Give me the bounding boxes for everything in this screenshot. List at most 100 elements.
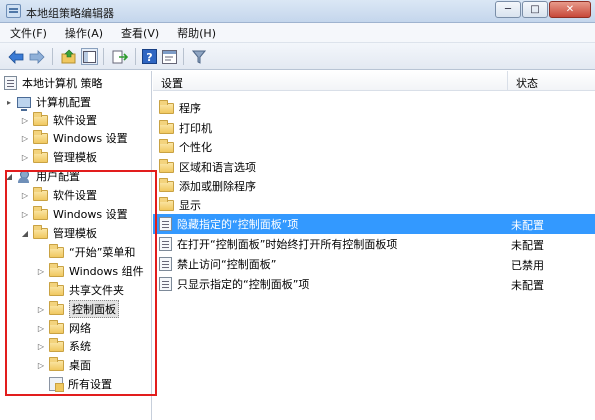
help-icon[interactable]: ? xyxy=(141,48,158,65)
menu-bar: 文件(F) 操作(A) 查看(V) 帮助(H) xyxy=(0,23,595,43)
expander-icon[interactable]: ▷ xyxy=(36,361,46,370)
window-controls: ─ □ ✕ xyxy=(495,1,591,18)
list-item-printers[interactable]: 打印机 xyxy=(153,118,595,138)
list-item-label: 个性化 xyxy=(179,141,212,154)
expander-icon[interactable]: ▸ xyxy=(4,98,14,107)
menu-file[interactable]: 文件(F) xyxy=(10,25,47,41)
list-item-prohibit-control-panel[interactable]: 禁止访问“控制面板” 已禁用 xyxy=(153,254,595,274)
filter-icon[interactable] xyxy=(190,48,207,65)
expander-icon[interactable]: ▷ xyxy=(20,153,30,162)
list-item-personalization[interactable]: 个性化 xyxy=(153,137,595,157)
tree-item-all-settings[interactable]: 所有设置 xyxy=(36,375,112,393)
tree-pane[interactable]: 本地计算机 策略 ▸ 计算机配置 ▷ 软件设置 ▷ Windows 设置 ▷ 管… xyxy=(0,71,152,420)
tree-item-label: Windows 设置 xyxy=(53,208,128,221)
up-folder-icon[interactable] xyxy=(60,48,77,65)
tree-item-user-config[interactable]: ◢ 用户配置 xyxy=(4,167,80,185)
folder-icon xyxy=(49,281,64,296)
tree-item-windows-components[interactable]: ▷ Windows 组件 xyxy=(36,262,144,280)
column-header-setting[interactable]: 设置 xyxy=(161,75,183,91)
minimize-button[interactable]: ─ xyxy=(495,1,521,18)
expander-icon[interactable]: ▷ xyxy=(20,134,30,143)
expander-icon[interactable]: ▷ xyxy=(36,342,46,351)
close-button[interactable]: ✕ xyxy=(549,1,591,18)
list-item-label: 只显示指定的“控制面板”项 xyxy=(177,278,310,291)
expander-icon[interactable]: ▷ xyxy=(36,324,46,333)
tree-item-control-panel[interactable]: ▷ 控制面板 xyxy=(36,300,119,318)
folder-icon xyxy=(49,337,64,352)
status-cell: 未配置 xyxy=(511,239,544,252)
tree-item-local-policy[interactable]: 本地计算机 策略 xyxy=(4,74,103,92)
folder-icon xyxy=(159,119,174,134)
settings-list-pane[interactable]: 设置 状态 程序 打印机 个性化 区域和语言选项 添加或删除程序 显示 隐藏指定… xyxy=(153,71,595,420)
menu-view[interactable]: 查看(V) xyxy=(121,25,159,41)
expander-icon[interactable]: ▷ xyxy=(36,267,46,276)
list-item-add-remove-programs[interactable]: 添加或删除程序 xyxy=(153,176,595,196)
status-cell: 已禁用 xyxy=(511,259,544,272)
tree-item-label: 所有设置 xyxy=(68,378,112,391)
expander-icon[interactable]: ▷ xyxy=(20,210,30,219)
export-list-icon[interactable] xyxy=(111,48,128,65)
tree-item-system[interactable]: ▷ 系统 xyxy=(36,337,91,355)
tree-item-computer-config[interactable]: ▸ 计算机配置 xyxy=(4,93,91,111)
menu-help[interactable]: 帮助(H) xyxy=(177,25,216,41)
list-item-label: 打印机 xyxy=(179,122,212,135)
menu-action[interactable]: 操作(A) xyxy=(65,25,103,41)
expander-icon[interactable]: ▷ xyxy=(20,116,30,125)
tree-item-label: 管理模板 xyxy=(53,227,97,240)
toolbar: ? xyxy=(0,43,595,70)
column-divider[interactable] xyxy=(507,71,508,91)
folder-icon xyxy=(33,205,48,220)
tree-item-admin-templates[interactable]: ▷ 管理模板 xyxy=(20,148,97,166)
folder-icon xyxy=(159,138,174,153)
tree-item-software-settings[interactable]: ▷ 软件设置 xyxy=(20,111,97,129)
folder-icon xyxy=(33,186,48,201)
list-header: 设置 状态 xyxy=(153,71,595,91)
expander-icon[interactable]: ◢ xyxy=(20,229,30,238)
tree-item-start-menu[interactable]: “开始”菜单和 xyxy=(36,243,135,261)
policy-icon xyxy=(4,76,17,90)
tree-item-label: Windows 设置 xyxy=(53,132,128,145)
tree-item-desktop[interactable]: ▷ 桌面 xyxy=(36,356,91,374)
properties-icon[interactable] xyxy=(161,48,178,65)
tree-item-label: 用户配置 xyxy=(36,170,80,183)
tree-item-shared-folders[interactable]: 共享文件夹 xyxy=(36,281,124,299)
folder-icon xyxy=(49,300,64,315)
tree-item-windows-settings[interactable]: ▷ Windows 设置 xyxy=(20,129,128,147)
expander-icon[interactable]: ▷ xyxy=(36,305,46,314)
list-item-always-open-all-items[interactable]: 在打开“控制面板”时始终打开所有控制面板项 未配置 xyxy=(153,234,595,254)
list-item-regional-language[interactable]: 区域和语言选项 xyxy=(153,157,595,177)
list-item-show-only-specified[interactable]: 只显示指定的“控制面板”项 未配置 xyxy=(153,274,595,294)
list-item-label: 隐藏指定的“控制面板”项 xyxy=(177,218,299,231)
tree-item-label: 软件设置 xyxy=(53,189,97,202)
show-hide-tree-icon[interactable] xyxy=(81,48,98,65)
folder-icon xyxy=(49,243,64,258)
folder-icon xyxy=(159,177,174,192)
tree-item-label: 系统 xyxy=(69,340,91,353)
list-item-label: 区域和语言选项 xyxy=(179,161,256,174)
folder-icon xyxy=(33,129,48,144)
back-arrow-icon[interactable] xyxy=(7,48,24,65)
tree-item-user-windows-settings[interactable]: ▷ Windows 设置 xyxy=(20,205,128,223)
list-item-label: 程序 xyxy=(179,102,201,115)
title-bar: 本地组策略编辑器 ─ □ ✕ xyxy=(0,0,595,23)
tree-item-user-admin-templates[interactable]: ◢ 管理模板 xyxy=(20,224,97,242)
column-header-status[interactable]: 状态 xyxy=(516,75,538,91)
tree-item-label: 控制面板 xyxy=(69,300,119,318)
toolbar-separator xyxy=(52,48,53,65)
tree-item-label: 桌面 xyxy=(69,359,91,372)
forward-arrow-icon[interactable] xyxy=(28,48,45,65)
expander-icon[interactable]: ▷ xyxy=(20,191,30,200)
expander-icon[interactable]: ◢ xyxy=(4,172,14,181)
list-item-hide-control-panel-items[interactable]: 隐藏指定的“控制面板”项 未配置 xyxy=(153,214,595,234)
list-item-label: 显示 xyxy=(179,199,201,212)
tree-item-label: 本地计算机 策略 xyxy=(22,77,103,90)
tree-item-label: “开始”菜单和 xyxy=(69,246,136,259)
maximize-button[interactable]: □ xyxy=(522,1,548,18)
status-cell: 未配置 xyxy=(511,219,544,232)
list-item-programs[interactable]: 程序 xyxy=(153,98,595,118)
tree-item-user-software-settings[interactable]: ▷ 软件设置 xyxy=(20,186,97,204)
folder-icon xyxy=(159,99,174,114)
app-icon xyxy=(6,4,21,18)
tree-item-network[interactable]: ▷ 网络 xyxy=(36,319,91,337)
list-item-display[interactable]: 显示 xyxy=(153,195,595,215)
